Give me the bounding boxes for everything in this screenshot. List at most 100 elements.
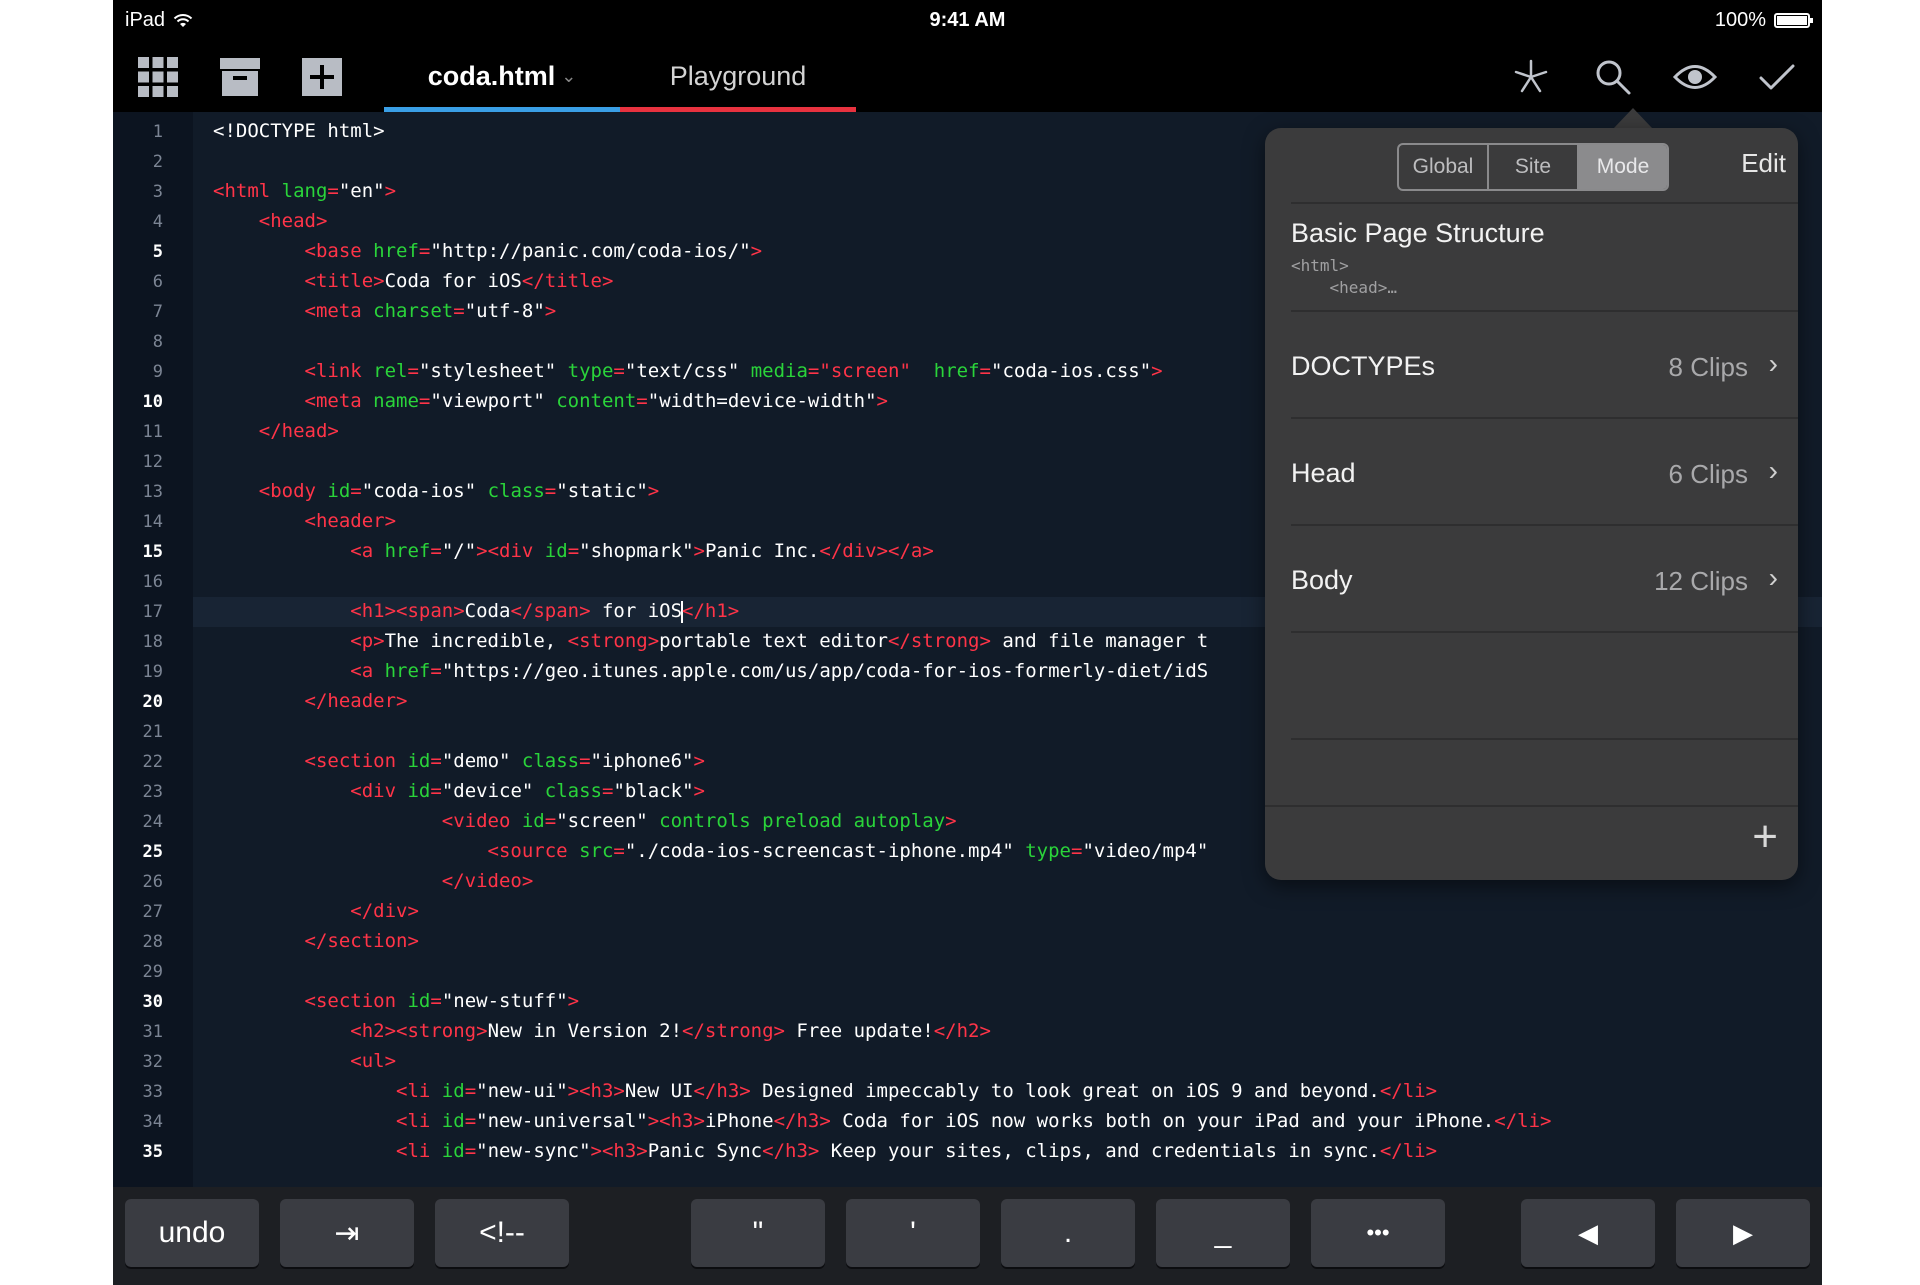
line-number: 10 (142, 392, 163, 412)
code-token: id (544, 540, 568, 562)
code-token: <div (350, 780, 408, 802)
grid-icon[interactable] (133, 52, 183, 102)
code-token: <li (396, 1110, 442, 1132)
tab-key[interactable]: ⇥ (280, 1199, 414, 1267)
underscore-key[interactable]: _ (1156, 1199, 1290, 1267)
double-quote-key[interactable]: " (691, 1199, 825, 1267)
code-token: <strong> (567, 630, 660, 652)
clips-scope-segmented-control[interactable]: Global Site Mode (1397, 143, 1669, 191)
code-token: </strong> (682, 1020, 785, 1042)
undo-key[interactable]: undo (125, 1199, 259, 1267)
comment-key[interactable]: <!-- (435, 1199, 569, 1267)
code-token: src (579, 840, 614, 862)
code-line: <base href="http://panic.com/coda-ios/"> (213, 240, 763, 262)
code-line: <section id="demo" class="iphone6"> (213, 750, 705, 772)
code-token: = (613, 840, 625, 862)
code-token: > (567, 990, 580, 1012)
code-token: > (544, 300, 557, 322)
code-token: id (407, 780, 431, 802)
chevron-right-icon: › (1768, 562, 1778, 593)
code-token: Keep your sites, clips, and credentials … (819, 1140, 1380, 1162)
code-line: </section> (213, 930, 419, 952)
line-number: 21 (142, 722, 163, 742)
code-token: <section (304, 990, 408, 1012)
code-token: = (464, 1110, 477, 1132)
single-quote-key[interactable]: ' (846, 1199, 980, 1267)
code-token: id (327, 480, 351, 502)
archive-icon[interactable] (215, 52, 265, 102)
code-token: = (430, 750, 442, 772)
divider (1291, 202, 1798, 204)
code-token: = (453, 300, 465, 322)
code-line: <a href="/"><div id="shopmark">Panic Inc… (213, 540, 933, 562)
code-token: Designed impeccably to look great on iOS… (750, 1080, 1380, 1102)
segment-global[interactable]: Global (1399, 145, 1489, 189)
code-token: <meta (304, 390, 374, 412)
code-token: = (1070, 840, 1083, 862)
code-token: Coda for iOS (384, 270, 522, 292)
code-token: <li (396, 1080, 442, 1102)
code-line: <source src="./coda-ios-screencast-iphon… (213, 840, 1209, 862)
code-token: class (544, 780, 602, 802)
code-line: <h2><strong>New in Version 2!</strong> F… (213, 1020, 991, 1042)
more-keys-button[interactable]: ••• (1311, 1199, 1445, 1267)
checkmark-icon[interactable] (1752, 52, 1802, 102)
segment-mode[interactable]: Mode (1579, 145, 1667, 189)
code-token: "demo" (441, 750, 522, 772)
code-token: </span> (510, 600, 591, 622)
cursor-right-key[interactable]: ▶ (1676, 1199, 1810, 1267)
clip-preview-line: <html> (1291, 256, 1349, 275)
code-token: id (441, 1110, 465, 1132)
code-token: Panic Sync (647, 1140, 763, 1162)
code-token: "coda-ios" (361, 480, 488, 502)
code-token: controls preload autoplay (659, 810, 946, 832)
code-token: <link (304, 360, 374, 382)
code-token: </h3> (773, 1110, 831, 1132)
code-token: Free update! (784, 1020, 934, 1042)
edit-button[interactable]: Edit (1741, 148, 1786, 179)
code-token: "text/css" (624, 360, 751, 382)
line-number: 12 (142, 452, 163, 472)
code-line: <meta charset="utf-8"> (213, 300, 557, 322)
segment-site[interactable]: Site (1489, 145, 1579, 189)
code-line: <div id="device" class="black"> (213, 780, 705, 802)
cursor-left-key[interactable]: ◀ (1521, 1199, 1655, 1267)
preview-eye-icon[interactable] (1670, 52, 1720, 102)
code-token: </title> (521, 270, 614, 292)
editor-toolbar: coda.html ⌄ Playground (113, 40, 1822, 112)
code-token: "screen" (556, 810, 660, 832)
code-token: Coda (464, 600, 511, 622)
chevron-right-icon: › (1768, 455, 1778, 486)
code-token: > (693, 540, 705, 562)
tab-playground[interactable]: Playground (620, 40, 856, 112)
code-token: </h2> (933, 1020, 991, 1042)
ipad-screen: iPad 9:41 AM 100% coda.html ⌄ Playground… (113, 0, 1822, 1285)
clip-group-count: 12 Clips (1654, 566, 1748, 596)
line-number: 22 (142, 752, 163, 772)
code-token: > (1151, 360, 1163, 382)
code-token: = (418, 240, 431, 262)
code-token: = (430, 540, 442, 562)
add-clip-button[interactable]: + (1752, 812, 1778, 862)
add-file-icon[interactable] (297, 52, 347, 102)
code-token: </li> (1379, 1080, 1438, 1102)
code-token: <meta (304, 300, 374, 322)
code-token: Coda for iOS now works both on your iPad… (830, 1110, 1495, 1132)
code-token: and file manager t (990, 630, 1209, 652)
code-token: href (384, 540, 431, 562)
clips-icon[interactable] (1506, 52, 1556, 102)
code-token: "iphone6" (590, 750, 694, 772)
line-number: 6 (152, 272, 163, 292)
line-number: 15 (142, 542, 163, 562)
period-key[interactable]: . (1001, 1199, 1135, 1267)
search-icon[interactable] (1588, 52, 1638, 102)
code-token: </li> (1494, 1110, 1552, 1132)
tab-coda-html[interactable]: coda.html ⌄ (384, 40, 620, 112)
code-token: = (544, 480, 557, 502)
